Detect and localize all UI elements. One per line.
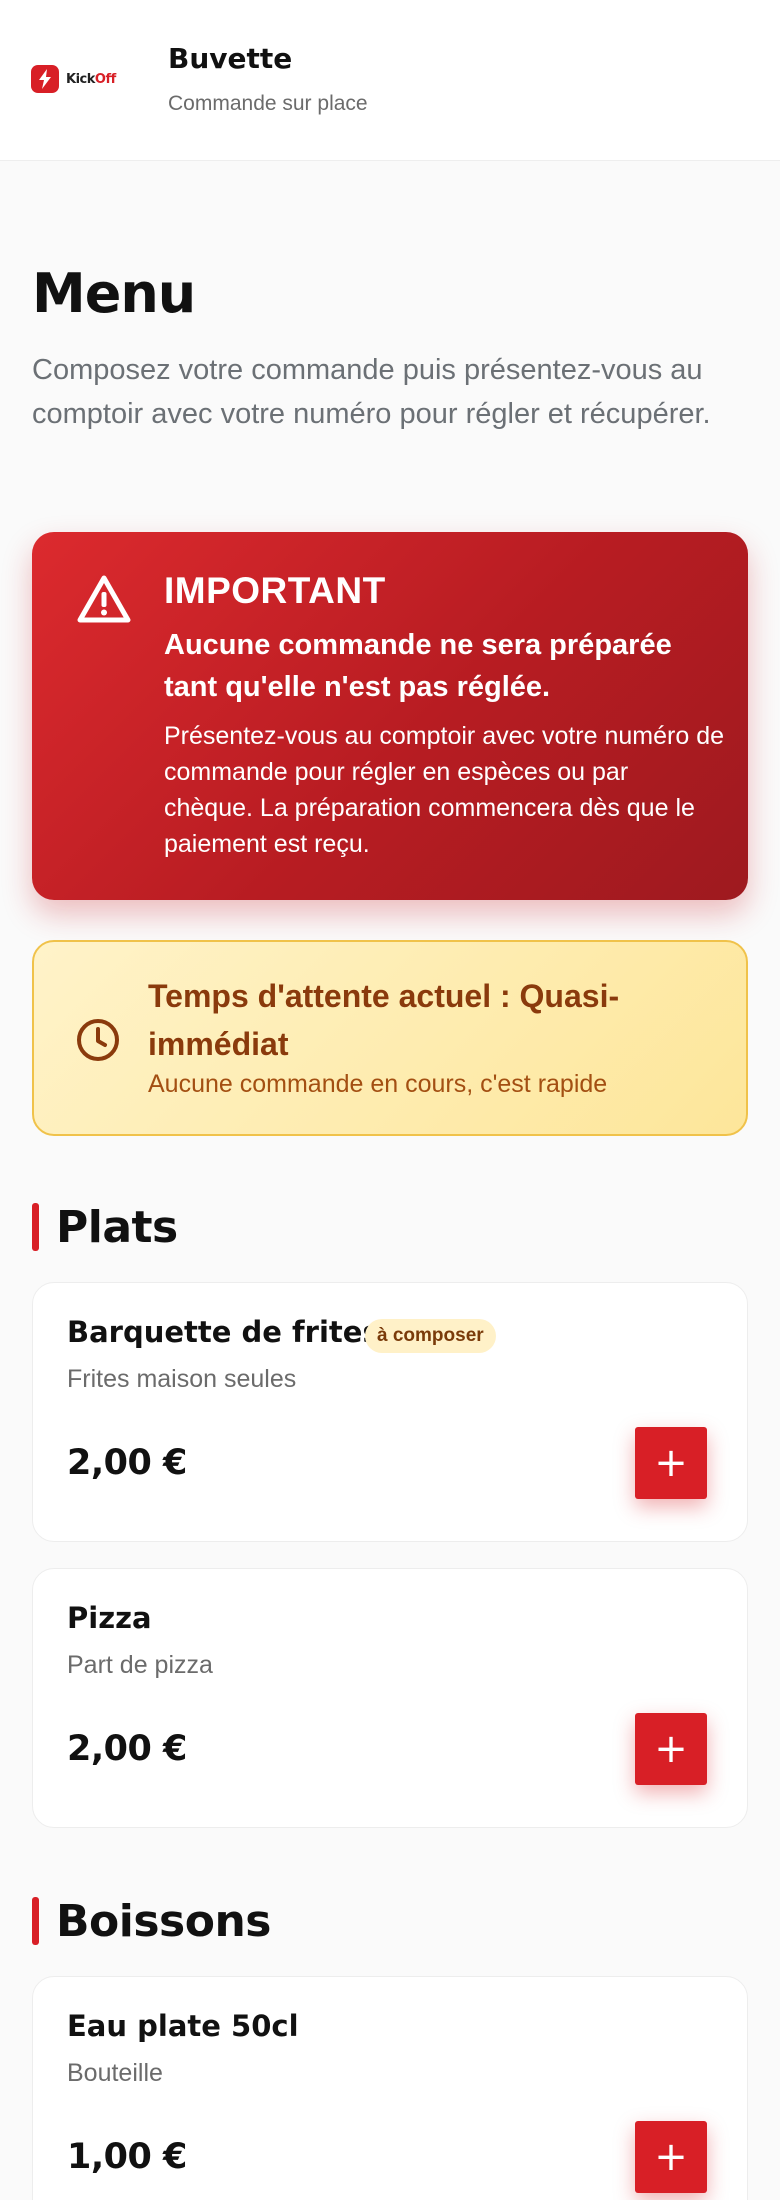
section-title: Plats <box>56 1201 178 1253</box>
section-accent-bar <box>32 1203 39 1251</box>
wait-time-title: Temps d'attente actuel : Quasi-immédiat <box>148 978 620 1062</box>
section-heading-plats: Plats <box>32 1201 178 1253</box>
kickoff-logo[interactable]: KickOff <box>31 64 124 94</box>
menu-item-card: Barquette de frites à composer Frites ma… <box>32 1282 748 1542</box>
app-header: KickOff Buvette Commande sur place <box>0 0 780 161</box>
section-title: Boissons <box>56 1895 271 1947</box>
alert-body: Présentez-vous au comptoir avec votre nu… <box>164 722 724 858</box>
item-description: Part de pizza <box>67 1651 213 1679</box>
page-title: Menu <box>32 262 196 325</box>
section-accent-bar <box>32 1897 39 1945</box>
payment-alert: IMPORTANT Aucune commande ne sera prépar… <box>32 532 748 900</box>
item-name: Eau plate 50cl <box>67 2009 299 2043</box>
clock-icon <box>77 1019 119 1061</box>
add-to-cart-button[interactable]: + <box>635 1427 707 1499</box>
item-name: Pizza <box>67 1601 152 1635</box>
menu-item-card: Pizza Part de pizza 2,00 € + <box>32 1568 748 1828</box>
alert-title: IMPORTANT <box>164 570 386 611</box>
wait-time-subtitle: Aucune commande en cours, c'est rapide <box>148 1070 608 1098</box>
item-name: Barquette de frites <box>67 1315 380 1349</box>
wait-time-banner: Temps d'attente actuel : Quasi-immédiat … <box>32 940 748 1136</box>
app-subtitle: Commande sur place <box>168 92 368 115</box>
bolt-icon <box>31 65 59 93</box>
add-to-cart-button[interactable]: + <box>635 2121 707 2193</box>
warning-icon <box>77 575 131 623</box>
item-price: 2,00 € <box>67 1443 187 1483</box>
add-to-cart-button[interactable]: + <box>635 1713 707 1785</box>
item-badge: à composer <box>365 1319 496 1353</box>
menu-item-card: Eau plate 50cl Bouteille 1,00 € + <box>32 1976 748 2200</box>
page-description: Composez votre commande puis présentez-v… <box>32 354 711 430</box>
item-price: 2,00 € <box>67 1729 187 1769</box>
app-title: Buvette <box>168 42 293 75</box>
alert-lead: Aucune commande ne sera préparée tant qu… <box>164 629 672 703</box>
item-description: Bouteille <box>67 2059 163 2087</box>
logo-wordmark: KickOff <box>66 71 116 87</box>
item-price: 1,00 € <box>67 2137 187 2177</box>
section-heading-boissons: Boissons <box>32 1895 271 1947</box>
item-description: Frites maison seules <box>67 1365 297 1393</box>
